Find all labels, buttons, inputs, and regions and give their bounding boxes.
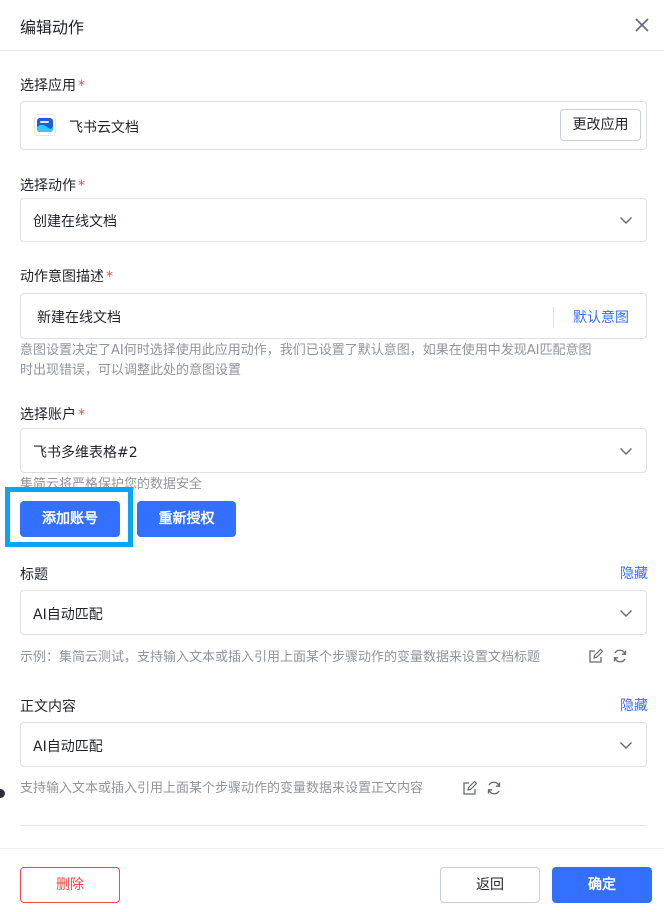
- dialog-header: 编辑动作: [0, 0, 664, 51]
- refresh-icon[interactable]: [612, 648, 628, 664]
- app-field-label: 选择应用 *: [20, 75, 85, 95]
- body-select[interactable]: AI自动匹配: [20, 722, 647, 767]
- intent-divider: [553, 307, 554, 327]
- action-select-value: 创建在线文档: [33, 214, 117, 230]
- action-label-text: 选择动作: [20, 178, 76, 194]
- account-select-value: 飞书多维表格#2: [33, 445, 138, 461]
- hide-body-link[interactable]: 隐藏: [620, 695, 648, 715]
- chevron-down-icon: [620, 610, 632, 617]
- refresh-icon[interactable]: [486, 780, 502, 796]
- back-button[interactable]: 返回: [440, 867, 540, 903]
- intent-hint-line1: 意图设置决定了AI何时选择使用此应用动作，我们已设置了默认意图，如果在使用中发现…: [20, 343, 592, 358]
- close-icon[interactable]: [630, 13, 654, 37]
- account-label-text: 选择账户: [20, 407, 76, 423]
- body-field-label: 正文内容: [20, 699, 76, 715]
- content-divider: [20, 825, 647, 826]
- account-select[interactable]: 飞书多维表格#2: [20, 428, 647, 473]
- feishu-docs-app-icon: [34, 114, 56, 136]
- reauthorize-button[interactable]: 重新授权: [137, 501, 236, 537]
- edit-icon[interactable]: [462, 780, 478, 796]
- body-select-value: AI自动匹配: [33, 739, 103, 755]
- intent-input[interactable]: 新建在线文档 默认意图: [20, 293, 647, 339]
- required-mark: *: [106, 269, 113, 285]
- title-field-label: 标题: [20, 567, 48, 583]
- title-hint: 示例：集简云测试，支持输入文本或插入引用上面某个步骤动作的变量数据来设置文档标题: [20, 650, 541, 665]
- account-security-hint: 集简云将严格保护您的数据安全: [20, 477, 203, 492]
- app-label-text: 选择应用: [20, 78, 76, 94]
- default-intent-link[interactable]: 默认意图: [573, 307, 629, 327]
- body-hint: 支持输入文本或插入引用上面某个步骤动作的变量数据来设置正文内容: [20, 781, 424, 796]
- dialog-title: 编辑动作: [20, 18, 85, 37]
- dialog-footer: 删除 返回 确定: [0, 848, 664, 912]
- action-select[interactable]: 创建在线文档: [20, 198, 647, 242]
- app-selector: 飞书云文档 更改应用: [20, 101, 647, 150]
- edge-marker: [0, 789, 5, 798]
- required-mark: *: [78, 407, 85, 423]
- title-select[interactable]: AI自动匹配: [20, 590, 647, 635]
- required-mark: *: [78, 178, 85, 194]
- intent-field-label: 动作意图描述 *: [20, 266, 113, 286]
- chevron-down-icon: [620, 448, 632, 455]
- action-field-label: 选择动作 *: [20, 175, 85, 195]
- account-field-label: 选择账户 *: [20, 404, 85, 424]
- intent-label-text: 动作意图描述: [20, 269, 104, 285]
- confirm-button[interactable]: 确定: [552, 867, 652, 903]
- title-select-value: AI自动匹配: [33, 607, 103, 623]
- chevron-down-icon: [620, 217, 632, 224]
- intent-hint-line2: 时出现错误，可以调整此处的意图设置: [20, 363, 242, 378]
- app-name: 飞书云文档: [69, 120, 139, 136]
- chevron-down-icon: [620, 742, 632, 749]
- add-account-button[interactable]: 添加账号: [20, 501, 120, 537]
- edit-icon[interactable]: [588, 648, 604, 664]
- intent-input-value: 新建在线文档: [37, 310, 121, 326]
- change-app-button[interactable]: 更改应用: [560, 109, 641, 141]
- required-mark: *: [78, 78, 85, 94]
- delete-button[interactable]: 删除: [20, 867, 120, 903]
- hide-title-link[interactable]: 隐藏: [620, 563, 648, 583]
